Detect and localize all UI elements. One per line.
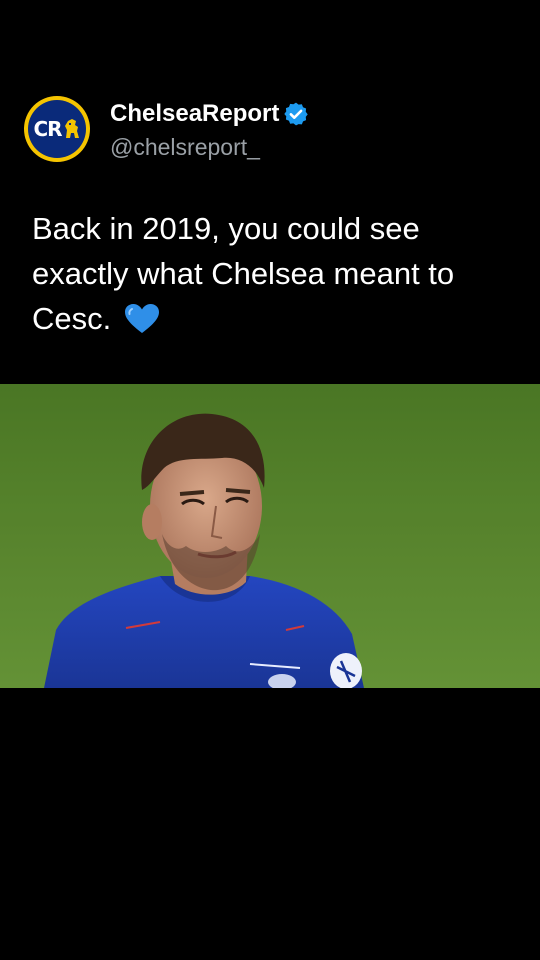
tweet-media-photo[interactable]	[0, 384, 540, 688]
name-row: ChelseaReport	[110, 98, 309, 130]
avatar-monogram: CR	[33, 117, 62, 141]
blue-heart-icon	[124, 304, 159, 333]
lion-icon	[64, 119, 79, 138]
display-name[interactable]: ChelseaReport	[110, 100, 279, 128]
tweet-body: Back in 2019, you could see exactly what…	[32, 211, 455, 336]
avatar-badge: CR	[28, 100, 86, 158]
account-names: ChelseaReport @chelsreport_	[110, 98, 309, 161]
account-handle[interactable]: @chelsreport_	[110, 134, 309, 161]
avatar[interactable]: CR	[24, 96, 90, 162]
verified-badge-icon	[284, 102, 309, 125]
player-photo	[0, 384, 540, 688]
tweet-text: Back in 2019, you could see exactly what…	[32, 206, 522, 341]
tweet-header: CR ChelseaReport @chelsreport_	[24, 96, 309, 162]
